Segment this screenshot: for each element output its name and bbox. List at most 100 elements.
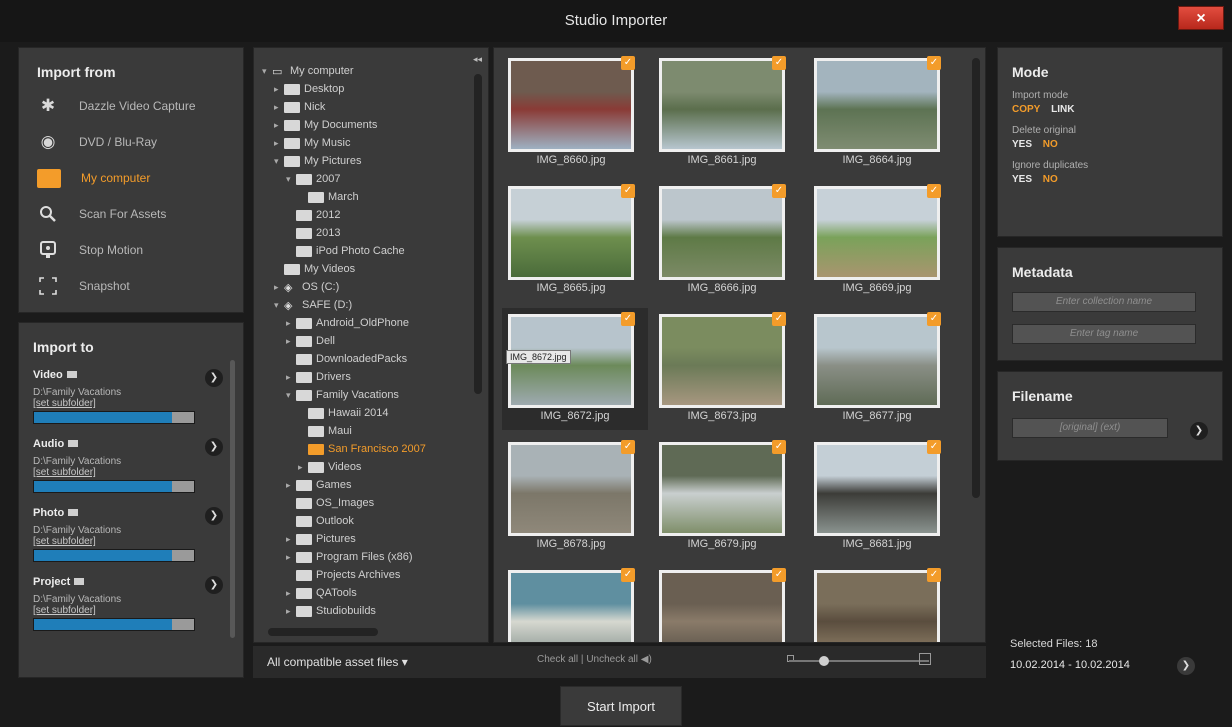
start-import-button[interactable]: Start Import xyxy=(560,686,682,726)
expand-arrow-icon[interactable]: ▸ xyxy=(286,588,296,599)
photo-thumbnail[interactable]: ✓ IMG_8669.jpg xyxy=(814,184,941,294)
tree-item[interactable]: ▸ Videos xyxy=(254,458,488,476)
ignore-yes-option[interactable]: YES xyxy=(1012,174,1032,185)
expand-arrow-icon[interactable]: ▸ xyxy=(286,480,296,491)
expand-arrow-icon[interactable]: ▾ xyxy=(274,300,284,311)
tree-item[interactable]: ▾ 2007 xyxy=(254,170,488,188)
collection-name-input[interactable]: Enter collection name xyxy=(1012,292,1196,312)
checked-checkbox-icon[interactable]: ✓ xyxy=(772,440,786,454)
checked-checkbox-icon[interactable]: ✓ xyxy=(927,56,941,70)
tree-item[interactable]: 2013 xyxy=(254,224,488,242)
zoom-slider[interactable] xyxy=(789,656,929,666)
tree-item[interactable]: ▾ My Pictures xyxy=(254,152,488,170)
expand-arrow-icon[interactable]: ▸ xyxy=(274,120,284,131)
checked-checkbox-icon[interactable]: ✓ xyxy=(621,568,635,582)
uncheck-all-link[interactable]: Uncheck all xyxy=(586,654,638,665)
tree-item[interactable]: ▸ ◈ OS (C:) xyxy=(254,278,488,296)
tag-name-input[interactable]: Enter tag name xyxy=(1012,324,1196,344)
expand-arrow-icon[interactable]: ▸ xyxy=(274,84,284,95)
set-subfolder-link[interactable]: [set subfolder] xyxy=(33,605,243,616)
tree-item[interactable]: Outlook xyxy=(254,512,488,530)
expand-arrow-icon[interactable]: ▸ xyxy=(298,462,308,473)
tree-item[interactable]: ▸ Games xyxy=(254,476,488,494)
checked-checkbox-icon[interactable]: ✓ xyxy=(927,568,941,582)
filename-pattern-field[interactable]: [original] (ext) xyxy=(1012,418,1168,438)
tree-item[interactable]: My Videos xyxy=(254,260,488,278)
checked-checkbox-icon[interactable]: ✓ xyxy=(927,440,941,454)
tree-item[interactable]: DownloadedPacks xyxy=(254,350,488,368)
file-type-filter[interactable]: All compatible asset files ▾ xyxy=(267,655,408,669)
ignore-no-option[interactable]: NO xyxy=(1043,174,1058,185)
tree-item[interactable]: ▸ Dell xyxy=(254,332,488,350)
photo-thumbnail[interactable]: ✓ IMG_8661.jpg xyxy=(659,56,786,166)
copy-option[interactable]: COPY xyxy=(1012,104,1040,115)
photo-thumbnail[interactable]: ✓ IMG_8665.jpg xyxy=(508,184,635,294)
tree-item[interactable]: ▸ Program Files (x86) xyxy=(254,548,488,566)
checked-checkbox-icon[interactable]: ✓ xyxy=(772,184,786,198)
date-range-arrow-button[interactable]: ❯ xyxy=(1177,657,1195,675)
photo-thumbnail[interactable]: ✓ IMG_8678.jpg xyxy=(508,440,635,550)
photo-thumbnail[interactable]: ✓ xyxy=(814,568,941,642)
tree-item[interactable]: Projects Archives xyxy=(254,566,488,584)
tree-item[interactable]: San Francisco 2007 xyxy=(254,440,488,458)
import-to-scrollbar[interactable] xyxy=(230,360,235,638)
checked-checkbox-icon[interactable]: ✓ xyxy=(927,184,941,198)
expand-arrow-icon[interactable]: ▾ xyxy=(262,66,272,77)
delete-no-option[interactable]: NO xyxy=(1043,139,1058,150)
expand-arrow-icon[interactable]: ▸ xyxy=(274,138,284,149)
photo-thumbnail[interactable]: ✓ IMG_8672.jpg IMG_8672.jpg xyxy=(502,308,648,430)
expand-arrow-icon[interactable]: ▸ xyxy=(274,102,284,113)
photo-thumbnail[interactable]: ✓ IMG_8666.jpg xyxy=(659,184,786,294)
expand-arrow-icon[interactable]: ▸ xyxy=(286,552,296,563)
photo-thumbnail[interactable]: ✓ IMG_8679.jpg xyxy=(659,440,786,550)
expand-arrow-icon[interactable]: ▸ xyxy=(286,606,296,617)
expand-arrow-icon[interactable]: ▸ xyxy=(286,534,296,545)
expand-arrow-icon[interactable]: ▸ xyxy=(286,336,296,347)
tree-item[interactable]: OS_Images xyxy=(254,494,488,512)
checked-checkbox-icon[interactable]: ✓ xyxy=(772,312,786,326)
source-dvd-bluray[interactable]: ◉ DVD / Blu-Ray xyxy=(37,124,243,160)
checked-checkbox-icon[interactable]: ✓ xyxy=(621,440,635,454)
set-subfolder-link[interactable]: [set subfolder] xyxy=(33,398,243,409)
tree-item[interactable]: ▸ Desktop xyxy=(254,80,488,98)
tree-item[interactable]: ▾ ◈ SAFE (D:) xyxy=(254,296,488,314)
photo-thumbnail[interactable]: ✓ IMG_8677.jpg xyxy=(814,312,941,422)
source-my-computer[interactable]: My computer xyxy=(37,160,243,196)
dest-arrow-button[interactable]: ❯ xyxy=(205,438,223,456)
tree-item[interactable]: ▸ Android_OldPhone xyxy=(254,314,488,332)
tree-horizontal-scrollbar[interactable] xyxy=(268,628,378,636)
set-subfolder-link[interactable]: [set subfolder] xyxy=(33,536,243,547)
source-stop-motion[interactable]: Stop Motion xyxy=(37,232,243,268)
close-button[interactable]: × xyxy=(1178,6,1224,30)
tree-item[interactable]: ▸ My Documents xyxy=(254,116,488,134)
dest-arrow-button[interactable]: ❯ xyxy=(205,576,223,594)
photo-thumbnail[interactable]: ✓ IMG_8681.jpg xyxy=(814,440,941,550)
tree-item[interactable]: ▸ Nick xyxy=(254,98,488,116)
expand-arrow-icon[interactable]: ▾ xyxy=(274,156,284,167)
checked-checkbox-icon[interactable]: ✓ xyxy=(621,184,635,198)
expand-arrow-icon[interactable]: ▸ xyxy=(274,282,284,293)
tree-item[interactable]: ▸ My Music xyxy=(254,134,488,152)
expand-arrow-icon[interactable]: ▸ xyxy=(286,372,296,383)
tree-item[interactable]: Hawaii 2014 xyxy=(254,404,488,422)
tree-item[interactable]: ▾ Family Vacations xyxy=(254,386,488,404)
zoom-in-icon[interactable] xyxy=(919,653,931,665)
grid-scrollbar[interactable] xyxy=(972,58,980,498)
tree-vertical-scrollbar[interactable] xyxy=(474,74,482,394)
expand-arrow-icon[interactable]: ▾ xyxy=(286,174,296,185)
tree-item[interactable]: ▸ QATools xyxy=(254,584,488,602)
zoom-slider-knob[interactable] xyxy=(819,656,829,666)
photo-thumbnail[interactable]: ✓ xyxy=(508,568,635,642)
filename-arrow-button[interactable]: ❯ xyxy=(1190,422,1208,440)
expand-arrow-icon[interactable]: ▸ xyxy=(286,318,296,329)
tree-item[interactable]: ▾ ▭ My computer xyxy=(254,62,488,80)
dest-arrow-button[interactable]: ❯ xyxy=(205,369,223,387)
source-snapshot[interactable]: Snapshot xyxy=(37,268,243,304)
source-scan-for-assets[interactable]: Scan For Assets xyxy=(37,196,243,232)
tree-item[interactable]: ▸ Studiobuilds xyxy=(254,602,488,620)
delete-yes-option[interactable]: YES xyxy=(1012,139,1032,150)
checked-checkbox-icon[interactable]: ✓ xyxy=(927,312,941,326)
tree-item[interactable]: ▸ Drivers xyxy=(254,368,488,386)
tree-item[interactable]: iPod Photo Cache xyxy=(254,242,488,260)
photo-thumbnail[interactable]: ✓ xyxy=(659,568,786,642)
